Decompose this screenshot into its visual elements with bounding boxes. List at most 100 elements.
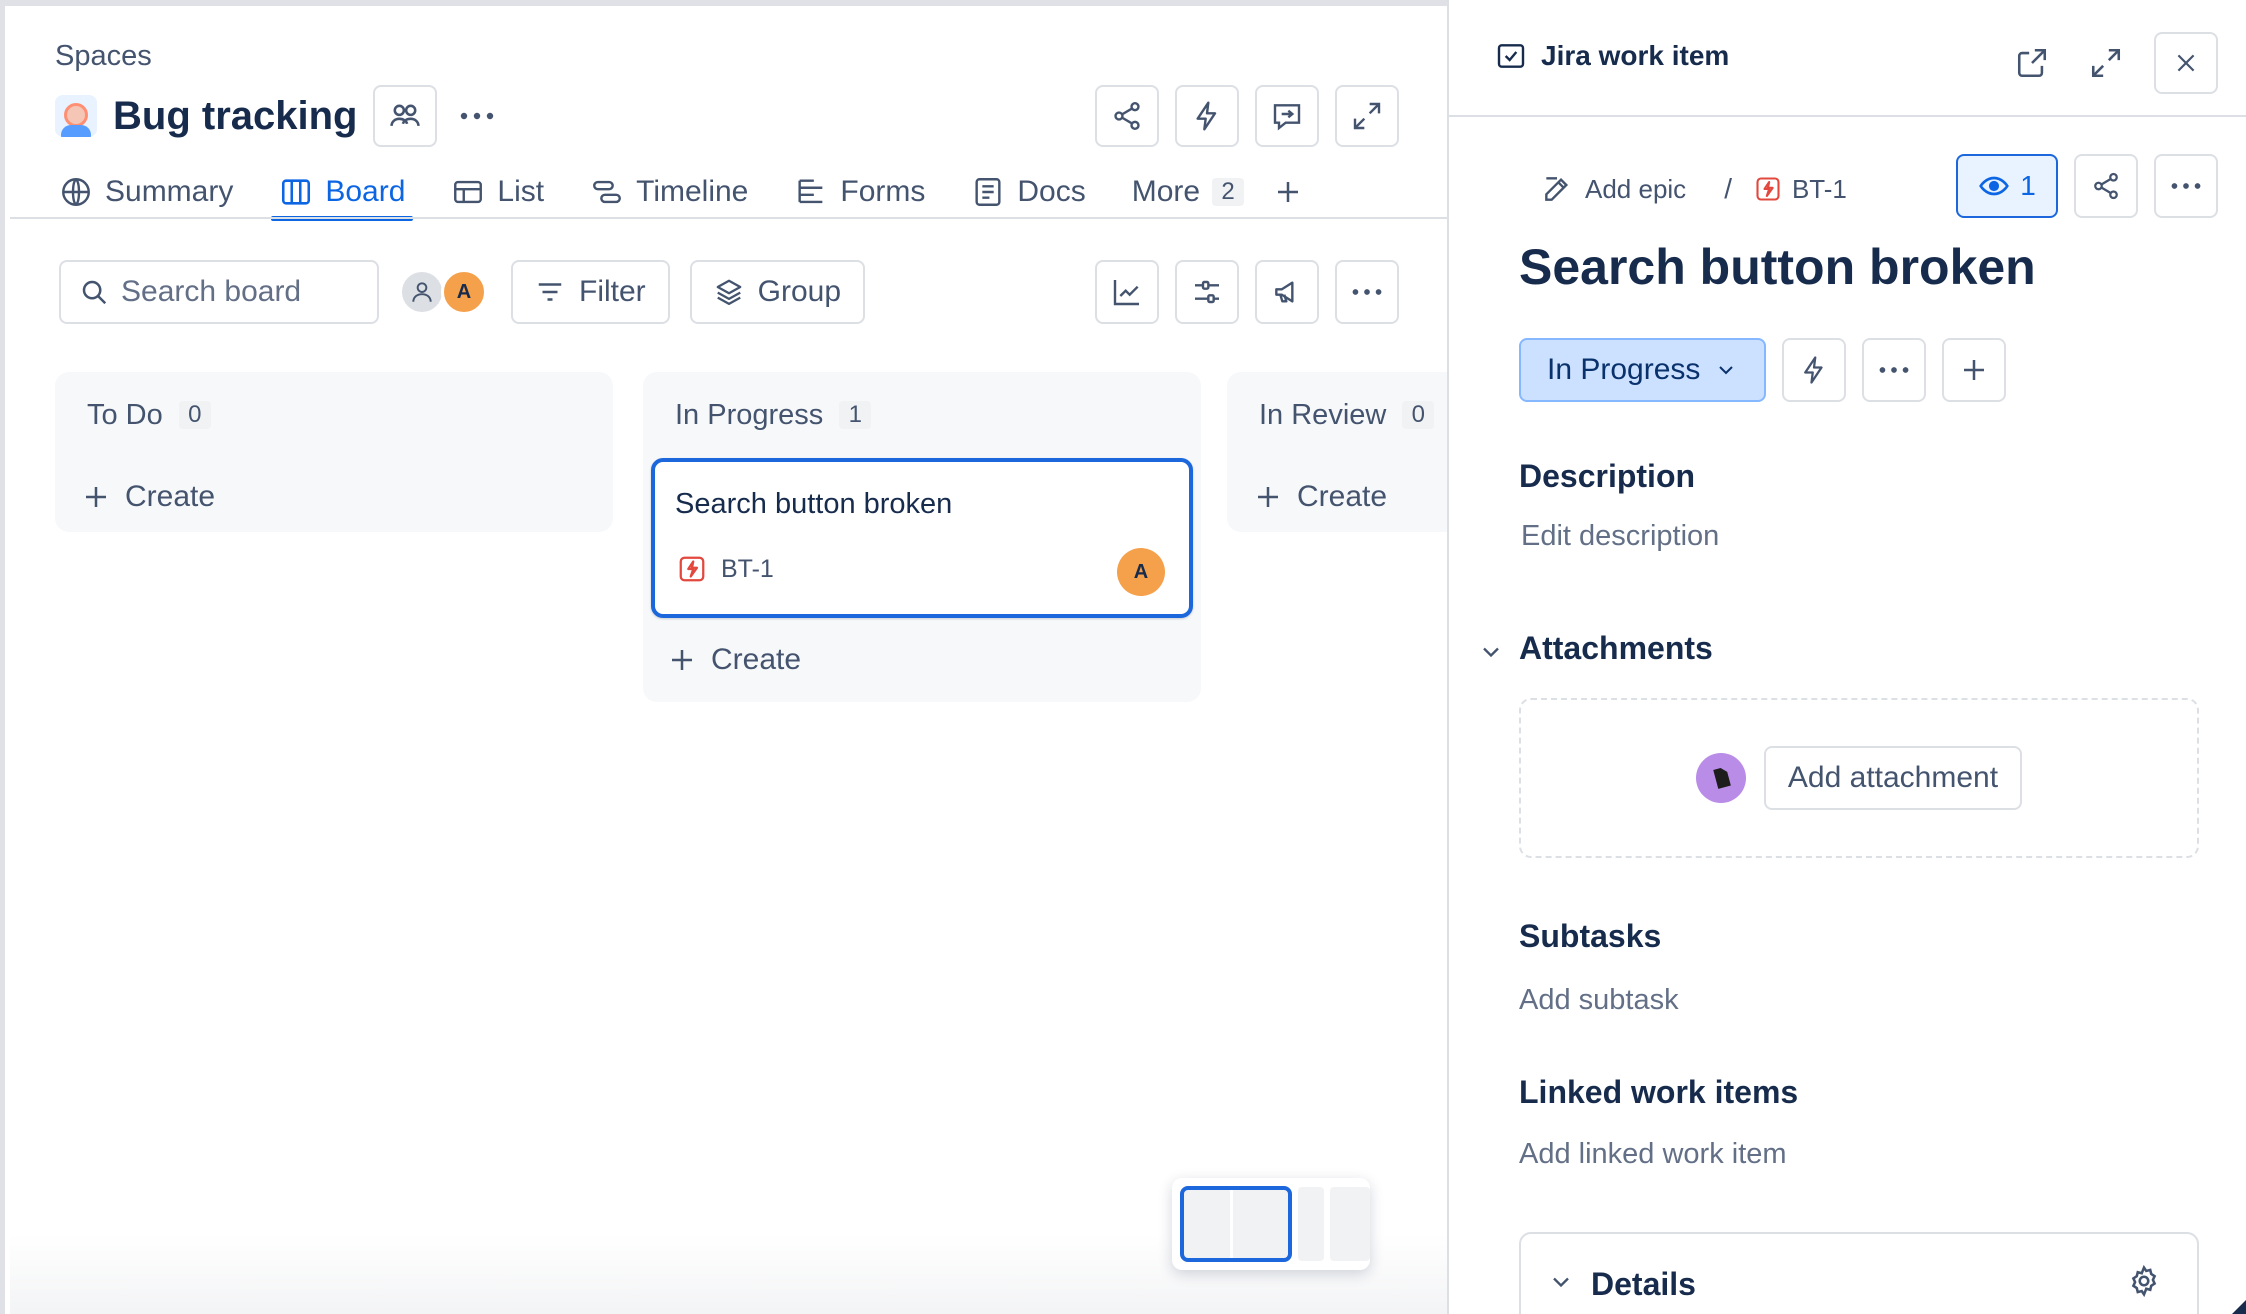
add-tab-button[interactable]: [1268, 172, 1308, 212]
insights-button[interactable]: [1095, 260, 1159, 324]
tab-list[interactable]: List: [451, 164, 544, 220]
automation-button[interactable]: [1175, 85, 1239, 147]
tab-bar: Summary Board List Timeline Forms Docs M…: [59, 164, 1308, 221]
item-more-button[interactable]: [2154, 154, 2218, 218]
tabs-divider: [10, 217, 1447, 219]
search-input[interactable]: Search board: [59, 260, 379, 324]
attachments-toggle[interactable]: [1477, 638, 1505, 671]
breadcrumb[interactable]: Spaces: [55, 40, 152, 73]
team-button[interactable]: [373, 85, 438, 147]
status-more-button[interactable]: [1862, 338, 1927, 402]
watch-button[interactable]: 1: [1956, 154, 2058, 218]
more-horizontal-icon: [1352, 289, 1382, 295]
user-avatar[interactable]: A: [441, 269, 487, 315]
automation-item-button[interactable]: [1782, 338, 1847, 402]
card-key-label: BT-1: [721, 554, 774, 583]
more-horizontal-icon: [1880, 367, 1909, 373]
column-header: To Do 0: [55, 372, 613, 458]
description-heading: Description: [1519, 458, 1696, 494]
filter-label: Filter: [579, 275, 646, 308]
more-horizontal-icon: [461, 112, 494, 120]
project-more-button[interactable]: [447, 85, 507, 147]
tab-board[interactable]: Board: [271, 164, 414, 221]
view-settings-button[interactable]: [1175, 260, 1239, 324]
tab-docs[interactable]: Docs: [971, 164, 1086, 220]
plus-icon: [1964, 360, 1985, 380]
bug-type-icon: [1756, 177, 1780, 201]
create-button[interactable]: Create: [55, 458, 613, 536]
tab-timeline[interactable]: Timeline: [590, 164, 748, 220]
feedback-icon: [1273, 104, 1301, 131]
resize-corner: [2232, 1300, 2246, 1314]
details-section[interactable]: Details: [1519, 1232, 2199, 1314]
work-item-key-link[interactable]: BT-1: [1754, 174, 1847, 205]
card-assignee-avatar[interactable]: A: [1117, 548, 1165, 596]
tab-label: List: [497, 175, 545, 208]
chevron-down-icon: [1719, 366, 1734, 375]
panel-header: Jira work item: [1449, 0, 2246, 117]
gear-icon[interactable]: [2127, 1264, 2161, 1303]
tab-label: Timeline: [636, 175, 749, 208]
filter-icon: [538, 283, 562, 301]
create-label: Create: [1297, 480, 1388, 513]
tab-summary[interactable]: Summary: [59, 164, 233, 220]
add-content-button[interactable]: [1942, 338, 2007, 402]
work-item-actions: 1: [1956, 154, 2218, 218]
file-icon: [1695, 753, 1746, 803]
pencil-icon: [1545, 177, 1569, 201]
layers-icon: [716, 279, 742, 305]
attachment-dropzone[interactable]: Add attachment: [1519, 698, 2199, 858]
fullscreen-button[interactable]: [1335, 85, 1399, 147]
layout-option-narrow[interactable]: [1298, 1187, 1324, 1261]
timeline-icon: [593, 180, 622, 204]
unassigned-avatar[interactable]: [399, 269, 445, 315]
share-item-button[interactable]: [2074, 154, 2138, 218]
eye-icon: [1979, 176, 2010, 196]
layout-option-split[interactable]: [1180, 1186, 1292, 1262]
feedback-button[interactable]: [1255, 85, 1319, 147]
column-count: 0: [1402, 401, 1435, 429]
open-in-new-tab-button[interactable]: [2000, 32, 2064, 94]
tab-forms[interactable]: Forms: [794, 164, 925, 220]
close-panel-button[interactable]: [2154, 32, 2218, 94]
panel-layout-switcher[interactable]: [1172, 1178, 1370, 1270]
megaphone-icon: [1275, 281, 1294, 303]
page-title: Bug tracking: [113, 93, 358, 138]
layout-option-wide[interactable]: [1330, 1187, 1370, 1261]
group-button[interactable]: Group: [689, 260, 866, 324]
create-button[interactable]: Create: [643, 618, 1201, 702]
card-key: BT-1: [677, 554, 774, 584]
status-dropdown[interactable]: In Progress: [1519, 338, 1767, 402]
add-linked-item-button[interactable]: Add linked work item: [1519, 1138, 1787, 1171]
card-title: Search button broken: [675, 488, 953, 520]
description-field[interactable]: Edit description: [1521, 520, 1719, 553]
globe-icon: [62, 178, 90, 206]
plus-icon: [1278, 182, 1299, 202]
board-right-tools: [1095, 260, 1399, 324]
filter-button[interactable]: Filter: [511, 260, 670, 324]
create-label: Create: [125, 480, 216, 513]
work-item-key: BT-1: [1791, 173, 1847, 204]
board-icon: [282, 179, 311, 205]
tab-more[interactable]: More 2: [1132, 164, 1245, 220]
assignee-filter: A: [399, 269, 487, 315]
column-title: In Review: [1259, 398, 1387, 431]
panel-title: Jira work item: [1495, 40, 1729, 72]
announcements-button[interactable]: [1255, 260, 1319, 324]
work-item-title[interactable]: Search button broken: [1519, 238, 2036, 296]
status-row: In Progress: [1519, 338, 2007, 402]
add-epic-button[interactable]: Add epic: [1541, 173, 1686, 205]
plus-icon: [1258, 487, 1278, 507]
more-horizontal-icon: [2171, 183, 2201, 189]
checkbox-icon: [1497, 44, 1525, 68]
subtasks-heading: Subtasks: [1519, 918, 1662, 954]
column-count: 0: [178, 401, 211, 429]
share-button[interactable]: [1095, 85, 1159, 147]
add-attachment-button[interactable]: Add attachment: [1763, 746, 2023, 810]
add-subtask-button[interactable]: Add subtask: [1519, 984, 1679, 1017]
expand-panel-button[interactable]: [2074, 32, 2138, 94]
board-more-button[interactable]: [1335, 260, 1399, 324]
column-title: In Progress: [675, 398, 824, 431]
work-item-card[interactable]: Search button broken BT-1 A: [651, 458, 1193, 618]
create-button[interactable]: Create: [1227, 458, 1452, 532]
